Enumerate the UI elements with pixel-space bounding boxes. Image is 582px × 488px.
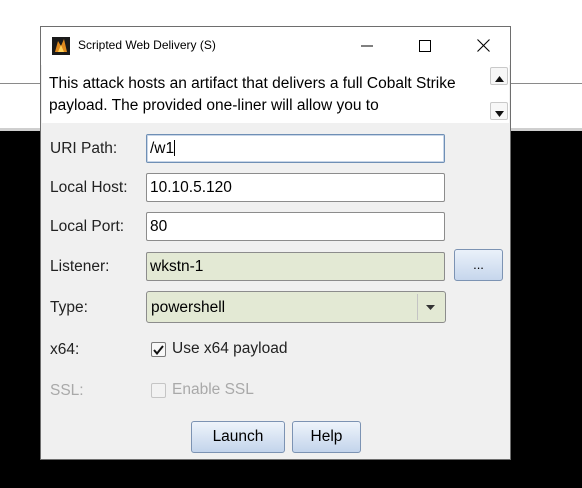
launch-button[interactable]: Launch [191, 421, 285, 453]
arrow-up-icon [494, 67, 504, 86]
arrow-down-icon [494, 102, 504, 121]
maximize-button[interactable] [402, 27, 448, 65]
close-button[interactable] [460, 27, 506, 65]
scroll-up-button[interactable] [490, 67, 508, 85]
type-selected-value: powershell [151, 299, 226, 316]
description-scrollbar[interactable] [489, 67, 509, 121]
local-host-label: Local Host: [50, 179, 128, 196]
scroll-down-button[interactable] [490, 102, 508, 120]
listener-browse-button[interactable]: ... [454, 249, 503, 281]
listener-label: Listener: [50, 258, 110, 275]
chevron-down-icon[interactable] [417, 294, 443, 320]
x64-label: x64: [50, 341, 80, 358]
scripted-web-delivery-dialog: Scripted Web Delivery (S) This attack ho… [40, 26, 511, 460]
ssl-label: SSL: [50, 382, 84, 399]
description-panel[interactable]: This attack hosts an artifact that deliv… [42, 65, 509, 123]
maximize-icon [419, 37, 431, 56]
window-title: Scripted Web Delivery (S) [78, 38, 216, 52]
help-button[interactable]: Help [292, 421, 361, 453]
x64-checkbox-row[interactable]: Use x64 payload [151, 339, 287, 359]
text-caret [174, 140, 176, 156]
minimize-icon [361, 37, 373, 56]
local-port-label: Local Port: [50, 218, 125, 235]
ssl-checkbox-row: Enable SSL [151, 380, 254, 400]
close-icon [476, 37, 490, 56]
x64-checkbox[interactable] [151, 340, 166, 359]
local-port-input[interactable]: 80 [146, 212, 445, 241]
checkmark-icon [153, 340, 164, 359]
ssl-checkbox [151, 382, 166, 398]
uri-path-label: URI Path: [50, 140, 118, 157]
type-label: Type: [50, 299, 88, 316]
ssl-checkbox-label: Enable SSL [172, 381, 254, 398]
title-bar[interactable]: Scripted Web Delivery (S) [41, 27, 510, 65]
listener-field[interactable]: wkstn-1 [146, 252, 445, 281]
uri-path-value: /w1 [150, 140, 175, 157]
cobalt-strike-icon [52, 37, 70, 55]
x64-checkbox-label: Use x64 payload [172, 340, 288, 357]
local-host-input[interactable]: 10.10.5.120 [146, 173, 445, 202]
minimize-button[interactable] [344, 27, 390, 65]
type-select[interactable]: powershell [146, 291, 446, 323]
description-text: This attack hosts an artifact that deliv… [49, 75, 456, 114]
uri-path-input[interactable]: /w1 [146, 134, 445, 163]
